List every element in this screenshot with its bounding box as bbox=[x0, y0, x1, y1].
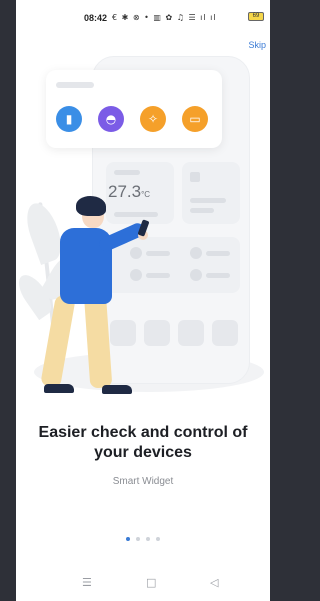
person-shoe bbox=[102, 385, 132, 394]
bottom-tile bbox=[110, 320, 136, 346]
skip-button[interactable]: Skip bbox=[248, 40, 266, 50]
back-icon[interactable]: ◁ bbox=[210, 576, 218, 589]
status-icons: € ✱ ⊗ • ▥ ✿ ♫ ☰ ıl ıl bbox=[112, 13, 217, 22]
bulb-icon bbox=[190, 247, 202, 259]
page-dot[interactable] bbox=[136, 537, 140, 541]
onboarding-screen: 08:42 € ✱ ⊗ • ▥ ✿ ♫ ☰ ıl ıl 69 Skip ▮ ◓ … bbox=[16, 0, 270, 601]
person-hair bbox=[76, 196, 106, 216]
bulb-icon bbox=[130, 247, 142, 259]
placeholder-bar bbox=[190, 208, 214, 213]
bottom-tile bbox=[144, 320, 170, 346]
info-card bbox=[182, 162, 240, 224]
placeholder-bar bbox=[114, 212, 158, 217]
placeholder-bar bbox=[206, 251, 230, 256]
temperature-value: 27.3 bbox=[108, 182, 142, 201]
temperature-unit: °C bbox=[141, 190, 151, 199]
control-card bbox=[106, 237, 240, 293]
placeholder-bar bbox=[146, 273, 170, 278]
onboarding-headline: Easier check and control of your devices bbox=[38, 424, 248, 461]
system-nav-bar: ☰ □ ◁ bbox=[16, 576, 270, 598]
placeholder-bar bbox=[190, 198, 226, 203]
temperature-card: 27.3°C bbox=[106, 162, 174, 224]
battery-icon: 69 bbox=[248, 12, 264, 21]
onboarding-subtitle: Smart Widget bbox=[112, 476, 174, 487]
placeholder-bar bbox=[190, 172, 200, 182]
device-shortcut-card: ▮ ◓ ✧ ▭ bbox=[46, 70, 222, 148]
lamp-icon: ◓ bbox=[98, 106, 124, 132]
bulb-icon bbox=[130, 269, 142, 281]
placeholder-bar bbox=[114, 170, 140, 175]
onboarding-illustration: ▮ ◓ ✧ ▭ 27.3°C bbox=[16, 52, 270, 397]
placeholder-bar bbox=[206, 273, 230, 278]
page-indicator bbox=[16, 537, 270, 541]
home-icon[interactable]: □ bbox=[146, 576, 156, 589]
card-header-placeholder bbox=[56, 82, 94, 88]
status-time: 08:42 bbox=[84, 13, 108, 23]
bottom-tile bbox=[178, 320, 204, 346]
person-shoe bbox=[44, 384, 74, 393]
door-sensor-icon: ▮ bbox=[56, 106, 82, 132]
bulb-icon bbox=[190, 269, 202, 281]
menu-icon[interactable]: ☰ bbox=[82, 576, 92, 589]
page-dot[interactable] bbox=[156, 537, 160, 541]
temperature-readout: 27.3°C bbox=[108, 182, 150, 202]
bottom-tile bbox=[212, 320, 238, 346]
page-dot-active[interactable] bbox=[126, 537, 130, 541]
broadcast-icon: ✧ bbox=[140, 106, 166, 132]
status-bar: 08:42 € ✱ ⊗ • ▥ ✿ ♫ ☰ ıl ıl 69 bbox=[16, 0, 270, 34]
tv-icon: ▭ bbox=[182, 106, 208, 132]
page-dot[interactable] bbox=[146, 537, 150, 541]
placeholder-bar bbox=[146, 251, 170, 256]
